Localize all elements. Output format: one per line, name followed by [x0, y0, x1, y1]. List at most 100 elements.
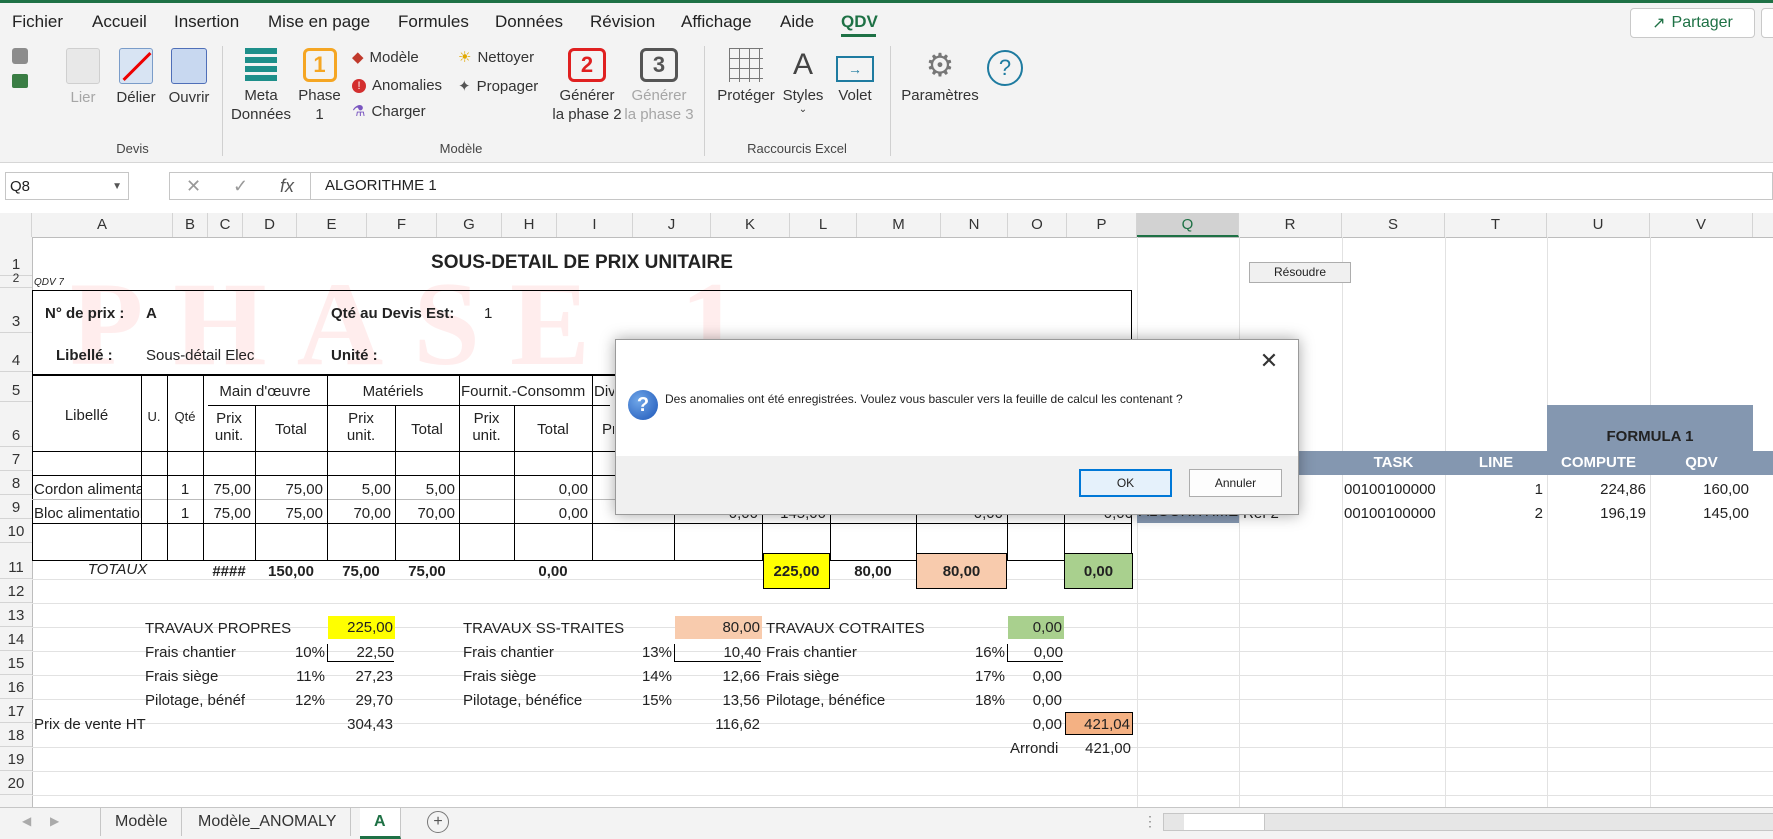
- formula-input[interactable]: ALGORITHME 1: [310, 172, 1773, 200]
- column-header[interactable]: O: [1008, 213, 1067, 237]
- column-header[interactable]: D: [243, 213, 297, 237]
- pb1-value[interactable]: 29,70: [327, 692, 393, 709]
- volet-button[interactable]: → Volet: [830, 48, 880, 105]
- anomalies-button[interactable]: ! Anomalies: [352, 77, 442, 94]
- sheet-tab-a[interactable]: A: [360, 808, 401, 839]
- tab-insertion[interactable]: Insertion: [174, 12, 239, 32]
- scroll-left-icon[interactable]: ◀: [22, 814, 31, 828]
- tab-fichier[interactable]: Fichier: [12, 12, 63, 32]
- row-header[interactable]: 8: [0, 471, 32, 495]
- row9-mat-total[interactable]: 70,00: [395, 505, 455, 522]
- tab-revision[interactable]: Révision: [590, 12, 655, 32]
- add-sheet-icon[interactable]: +: [427, 811, 449, 833]
- resoudre-button[interactable]: Résoudre: [1249, 262, 1351, 283]
- r9-line[interactable]: 2: [1445, 505, 1543, 522]
- fc2-pct[interactable]: 13%: [592, 644, 672, 661]
- column-header[interactable]: A: [32, 213, 173, 237]
- totaux-l[interactable]: 225,00: [763, 553, 830, 589]
- column-header[interactable]: M: [857, 213, 941, 237]
- tab-formules[interactable]: Formules: [398, 12, 469, 32]
- styles-button[interactable]: A Styles ⌄: [780, 48, 826, 115]
- scroll-right-icon[interactable]: ▶: [50, 814, 59, 828]
- lier-button[interactable]: Lier: [62, 48, 104, 107]
- r8-task[interactable]: 00100100000: [1344, 481, 1436, 498]
- tab-donnees[interactable]: Données: [495, 12, 563, 32]
- nettoyer-button[interactable]: ☀ Nettoyer: [458, 48, 534, 67]
- cancel-icon[interactable]: ✕: [186, 176, 201, 197]
- sheet-image-icon[interactable]: [12, 74, 28, 88]
- column-header[interactable]: R: [1239, 213, 1342, 237]
- row-header[interactable]: 16: [0, 675, 32, 699]
- fc3-pct[interactable]: 16%: [916, 644, 1005, 661]
- row8-mo-unit[interactable]: 75,00: [203, 481, 251, 498]
- pb3-pct[interactable]: 18%: [916, 692, 1005, 709]
- pv2-value[interactable]: 116,62: [674, 716, 760, 733]
- fc2-value[interactable]: 10,40: [674, 644, 761, 662]
- column-header[interactable]: K: [711, 213, 790, 237]
- fs3-value[interactable]: 0,00: [1007, 668, 1062, 685]
- column-header[interactable]: N: [941, 213, 1008, 237]
- fs1-pct[interactable]: 11%: [255, 668, 325, 685]
- r9-compute[interactable]: 196,19: [1547, 505, 1646, 522]
- r9-task[interactable]: 00100100000: [1344, 505, 1436, 522]
- modele-button[interactable]: ◆ Modèle: [352, 48, 419, 67]
- tab-accueil[interactable]: Accueil: [92, 12, 147, 32]
- row9-qte[interactable]: 1: [167, 505, 203, 522]
- comments-button[interactable]: [1761, 8, 1773, 38]
- row-header[interactable]: 9: [0, 495, 32, 519]
- cancel-button[interactable]: Annuler: [1189, 469, 1282, 497]
- fc1-pct[interactable]: 10%: [255, 644, 325, 661]
- help-icon[interactable]: ?: [987, 50, 1023, 86]
- options-icon[interactable]: ⋮: [1143, 813, 1157, 830]
- row-header[interactable]: 5: [0, 372, 32, 402]
- pb2-value[interactable]: 13,56: [674, 692, 760, 709]
- ouvrir-button[interactable]: Ouvrir: [164, 48, 214, 107]
- column-header[interactable]: B: [173, 213, 208, 237]
- name-box[interactable]: Q8 ▼: [5, 172, 129, 200]
- column-header[interactable]: J: [633, 213, 711, 237]
- tab-qdv[interactable]: QDV: [841, 12, 878, 32]
- row8-mat-total[interactable]: 5,00: [395, 481, 455, 498]
- pv3-value[interactable]: 0,00: [1007, 716, 1062, 733]
- select-all-corner[interactable]: [0, 213, 32, 237]
- phase-1-button[interactable]: 1 Phase 1: [297, 48, 342, 124]
- r9-qdv[interactable]: 145,00: [1650, 505, 1749, 522]
- function-icon[interactable]: fx: [280, 176, 294, 197]
- tab-aide[interactable]: Aide: [780, 12, 814, 32]
- row-header[interactable]: 2: [0, 271, 32, 288]
- row8-mo-total[interactable]: 75,00: [255, 481, 323, 498]
- column-header[interactable]: P: [1067, 213, 1137, 237]
- row-header[interactable]: 11: [0, 543, 32, 579]
- totaux-n[interactable]: 80,00: [916, 553, 1007, 589]
- propager-button[interactable]: ✦ Propager: [458, 77, 538, 96]
- row-header[interactable]: 7: [0, 447, 32, 471]
- row9-mat-unit[interactable]: 70,00: [327, 505, 391, 522]
- parametres-button[interactable]: ⚙ Paramètres: [900, 48, 980, 105]
- generer-phase-3-button[interactable]: 3 Générer la phase 3: [624, 48, 694, 124]
- column-header[interactable]: F: [367, 213, 437, 237]
- prix-vente-total[interactable]: 421,04: [1065, 712, 1133, 735]
- delier-button[interactable]: Délier: [112, 48, 160, 107]
- r8-qdv[interactable]: 160,00: [1650, 481, 1749, 498]
- row-header[interactable]: 18: [0, 723, 32, 747]
- row-header[interactable]: 6: [0, 402, 32, 447]
- column-header[interactable]: V: [1650, 213, 1753, 237]
- row8-qte[interactable]: 1: [167, 481, 203, 498]
- row-header[interactable]: 10: [0, 519, 32, 543]
- r8-line[interactable]: 1: [1445, 481, 1543, 498]
- pb1-pct[interactable]: 12%: [255, 692, 325, 709]
- column-header[interactable]: H: [502, 213, 557, 237]
- close-icon[interactable]: ✕: [1256, 348, 1282, 374]
- row-header[interactable]: 13: [0, 603, 32, 627]
- fs3-pct[interactable]: 17%: [916, 668, 1005, 685]
- sheet-tab-modele-anomaly[interactable]: Modèle_ANOMALY: [184, 808, 352, 836]
- row-header[interactable]: 15: [0, 651, 32, 675]
- horizontal-scrollbar[interactable]: [1163, 813, 1773, 831]
- row-header[interactable]: 19: [0, 747, 32, 771]
- row9-mo-total[interactable]: 75,00: [255, 505, 323, 522]
- fs2-pct[interactable]: 14%: [592, 668, 672, 685]
- row-header[interactable]: 4: [0, 333, 32, 372]
- row9-libelle[interactable]: Bloc alimentation: [34, 505, 141, 522]
- row8-fourn-total[interactable]: 0,00: [514, 481, 588, 498]
- column-header[interactable]: S: [1342, 213, 1445, 237]
